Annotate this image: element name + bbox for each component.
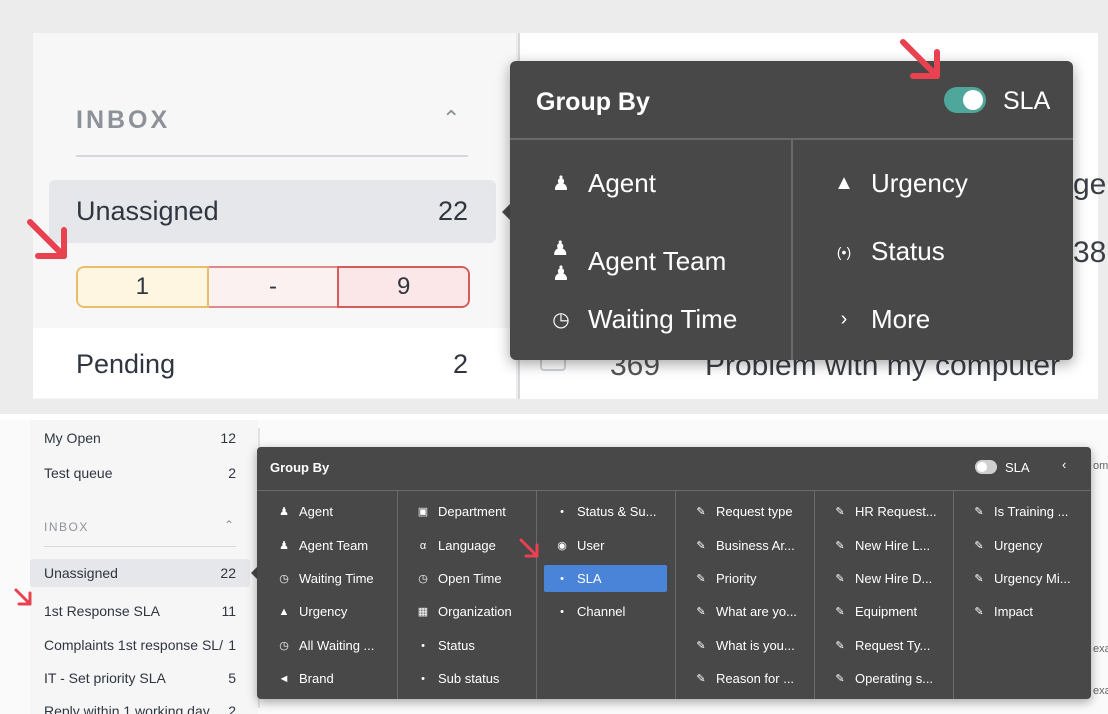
- annotation-arrow-2: [900, 39, 940, 79]
- annotation-arrow-4: [519, 538, 539, 558]
- annotation-arrow-1: [27, 219, 67, 259]
- annotation-arrows: [14, 39, 940, 606]
- annotation-arrow-3: [14, 588, 32, 606]
